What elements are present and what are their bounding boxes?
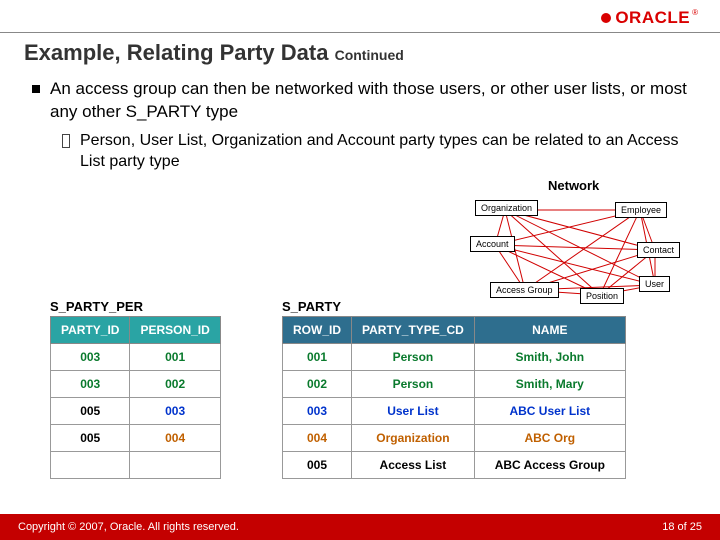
divider — [0, 32, 720, 33]
party-h0: ROW_ID — [283, 317, 352, 344]
table-cell: 004 — [283, 425, 352, 452]
table-cell: 001 — [283, 344, 352, 371]
table-row: 005004 — [51, 425, 221, 452]
node-employee: Employee — [615, 202, 667, 218]
table-cell — [130, 452, 220, 479]
party-h1: PARTY_TYPE_CD — [352, 317, 475, 344]
slide: ORACLE ® Example, Relating Party Data Co… — [0, 0, 720, 540]
bullet-level2: Person, User List, Organization and Acco… — [62, 130, 690, 173]
table-cell: ABC Org — [474, 425, 625, 452]
node-access-group: Access Group — [490, 282, 559, 298]
copyright-text: Copyright © 2007, Oracle. All rights res… — [18, 521, 239, 533]
table-row — [51, 452, 221, 479]
table-cell: Smith, John — [474, 344, 625, 371]
node-contact: Contact — [637, 242, 680, 258]
bullet2-text: Person, User List, Organization and Acco… — [80, 130, 690, 173]
table-cell: 003 — [51, 371, 130, 398]
table-per-caption: S_PARTY_PER — [50, 299, 143, 314]
logo-dot-icon — [601, 13, 611, 23]
title-continued: Continued — [335, 47, 404, 63]
oracle-logo: ORACLE ® — [601, 8, 698, 28]
per-h0: PARTY_ID — [51, 317, 130, 344]
body-text: An access group can then be networked wi… — [32, 78, 690, 173]
table-cell: 002 — [130, 371, 220, 398]
table-s-party-per: PARTY_ID PERSON_ID 003001003002005003005… — [50, 316, 221, 479]
network-diagram: Organization Employee Account Contact Ac… — [435, 190, 695, 330]
table-cell: 001 — [130, 344, 220, 371]
table-cell: Smith, Mary — [474, 371, 625, 398]
logo-reg: ® — [692, 8, 698, 17]
per-h1: PERSON_ID — [130, 317, 220, 344]
table-row: 005Access ListABC Access Group — [283, 452, 626, 479]
table-row: 003001 — [51, 344, 221, 371]
table-cell: 005 — [51, 398, 130, 425]
footer-bar: Copyright © 2007, Oracle. All rights res… — [0, 514, 720, 540]
table-cell: User List — [352, 398, 475, 425]
table-cell — [51, 452, 130, 479]
table-row: 001PersonSmith, John — [283, 344, 626, 371]
table-cell: 003 — [51, 344, 130, 371]
table-cell: 003 — [130, 398, 220, 425]
party-h2: NAME — [474, 317, 625, 344]
table-cell: 002 — [283, 371, 352, 398]
table-cell: 005 — [51, 425, 130, 452]
square-bullet-icon — [32, 85, 40, 93]
page-of: of — [674, 521, 689, 533]
node-organization: Organization — [475, 200, 538, 216]
table-row: 005003 — [51, 398, 221, 425]
page-current: 18 — [662, 521, 674, 533]
table-cell: ABC Access Group — [474, 452, 625, 479]
table-row: 003User ListABC User List — [283, 398, 626, 425]
node-position: Position — [580, 288, 624, 304]
table-row: 002PersonSmith, Mary — [283, 371, 626, 398]
logo-text: ORACLE — [615, 8, 690, 28]
table-row: 004OrganizationABC Org — [283, 425, 626, 452]
table-cell: ABC User List — [474, 398, 625, 425]
table-cell: 004 — [130, 425, 220, 452]
bullet-level1: An access group can then be networked wi… — [32, 78, 690, 124]
table-cell: Person — [352, 344, 475, 371]
title-main: Example, Relating Party Data — [24, 40, 328, 65]
bullet1-text: An access group can then be networked wi… — [50, 78, 690, 124]
table-cell: Person — [352, 371, 475, 398]
table-cell: 003 — [283, 398, 352, 425]
table-row: 003002 — [51, 371, 221, 398]
node-account: Account — [470, 236, 515, 252]
page-title: Example, Relating Party Data Continued — [24, 40, 404, 66]
page-indicator: 18 of 25 — [662, 521, 702, 533]
hollow-bullet-icon — [62, 134, 70, 148]
table-cell: Access List — [352, 452, 475, 479]
table-s-party: ROW_ID PARTY_TYPE_CD NAME 001PersonSmith… — [282, 316, 626, 479]
table-party-caption: S_PARTY — [282, 299, 341, 314]
page-total: 25 — [690, 521, 702, 533]
table-cell: Organization — [352, 425, 475, 452]
table-cell: 005 — [283, 452, 352, 479]
node-user: User — [639, 276, 670, 292]
